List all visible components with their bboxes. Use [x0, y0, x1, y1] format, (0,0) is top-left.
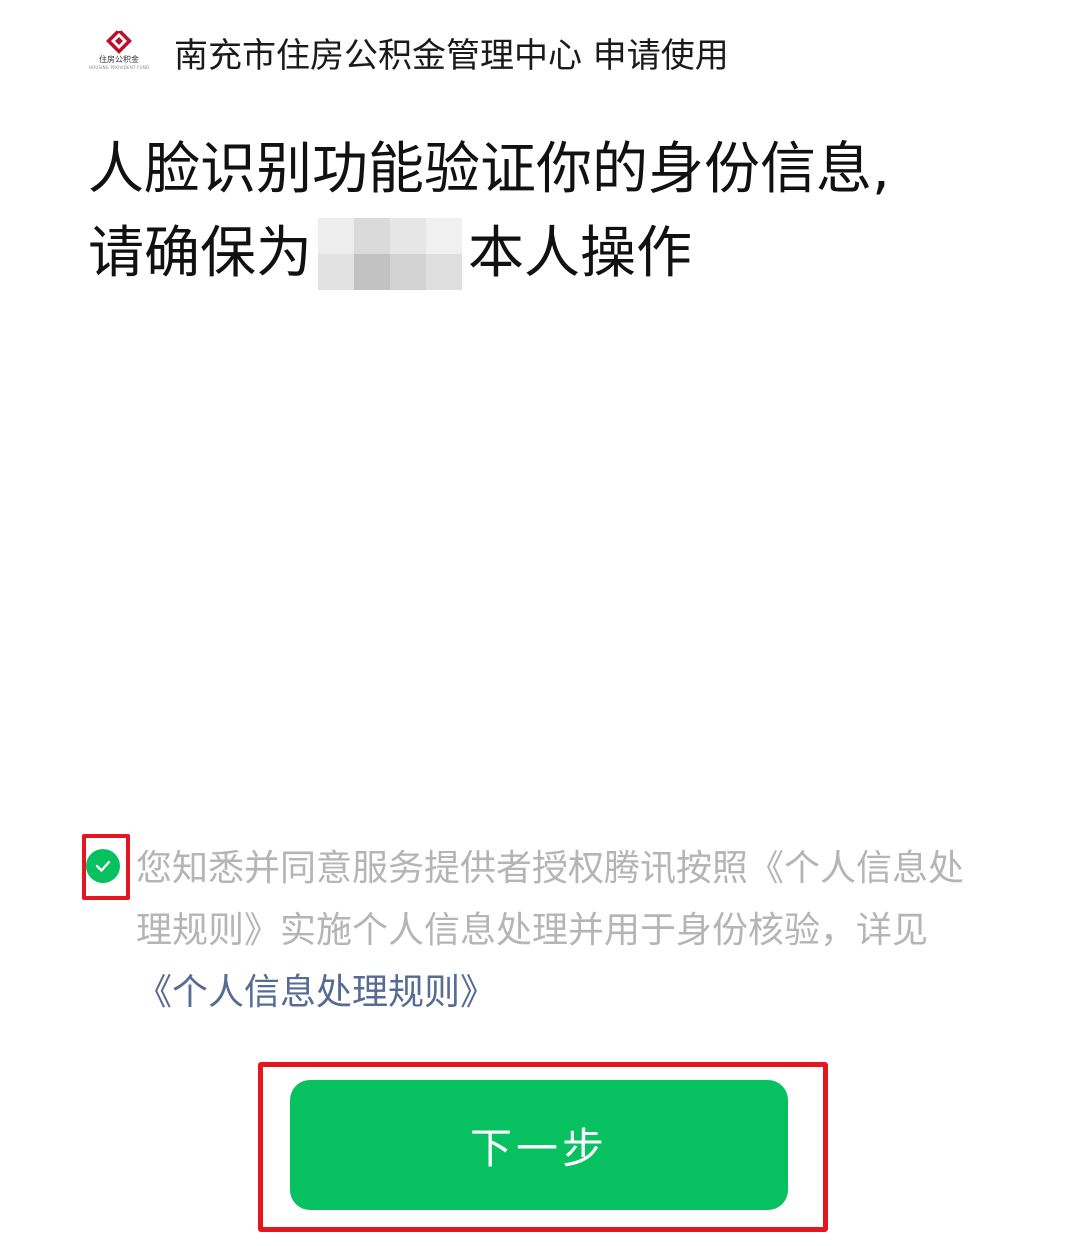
- logo-subtext: HOUSING PROVIDENT FUND: [88, 65, 150, 70]
- headline-line-1: 人脸识别功能验证你的身份信息,: [88, 137, 890, 202]
- consent-checkbox[interactable]: [86, 849, 120, 883]
- checkmark-icon: [95, 860, 111, 872]
- next-step-button[interactable]: 下一步: [290, 1080, 788, 1210]
- logo-text: 住房公积金: [99, 55, 139, 64]
- headline-line-2-prefix: 请确保为: [88, 221, 312, 286]
- housing-fund-logo-icon: [106, 27, 132, 54]
- housing-fund-logo: 住房公积金 HOUSING PROVIDENT FUND: [88, 27, 150, 77]
- header-title: 南充市住房公积金管理中心 申请使用: [174, 35, 729, 76]
- headline-line-2: 请确保为 本人操作: [88, 212, 1048, 296]
- app-header: 住房公积金 HOUSING PROVIDENT FUND 南充市住房公积金管理中…: [88, 22, 729, 82]
- consent-text: 您知悉并同意服务提供者授权腾讯按照《个人信息处理规则》实施个人信息处理并用于身份…: [136, 848, 965, 951]
- page-headline: 人脸识别功能验证你的身份信息, 请确保为 本人操作: [88, 128, 1048, 296]
- privacy-rules-link[interactable]: 《个人信息处理规则》: [136, 972, 496, 1013]
- consent-text-block: 您知悉并同意服务提供者授权腾讯按照《个人信息处理规则》实施个人信息处理并用于身份…: [136, 838, 986, 1024]
- redacted-name-mosaic: [318, 218, 462, 290]
- headline-line-2-suffix: 本人操作: [468, 221, 692, 286]
